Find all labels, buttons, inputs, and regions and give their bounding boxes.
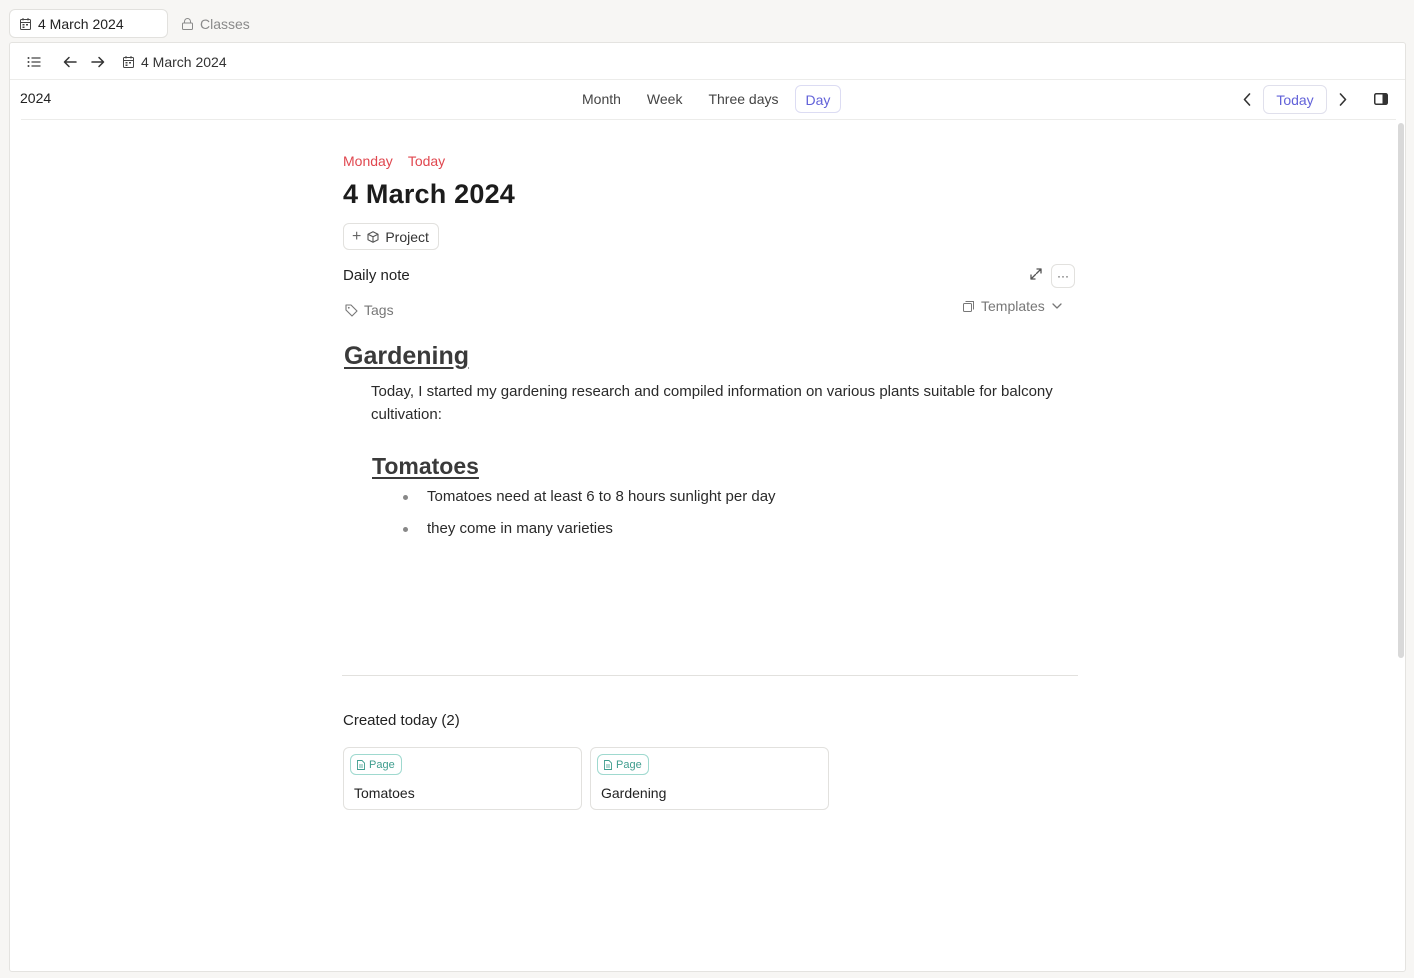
calendar-icon [20, 17, 31, 30]
today-button[interactable]: Today [1263, 85, 1327, 114]
page-icon [604, 759, 612, 770]
tags-button[interactable]: Tags [345, 302, 394, 318]
view-month[interactable]: Month [572, 85, 631, 113]
expand-icon [1030, 268, 1042, 280]
lock-icon [182, 17, 193, 30]
list-item[interactable]: Tomatoes need at least 6 to 8 hours sunl… [403, 487, 1079, 507]
view-day[interactable]: Day [794, 85, 842, 113]
templates-label: Templates [981, 298, 1045, 314]
main-panel: 4 March 2024 2024 Month Week Three days … [9, 42, 1406, 972]
page-card-tomatoes[interactable]: Page Tomatoes [343, 747, 582, 810]
tag-icon [345, 303, 358, 317]
tags-label: Tags [364, 302, 394, 318]
calendar-icon [123, 56, 134, 68]
created-today-heading: Created today (2) [343, 712, 460, 729]
templates-dropdown[interactable]: Templates [963, 298, 1062, 314]
page-badge: Page [350, 754, 402, 775]
add-project-button[interactable]: + Project [343, 223, 439, 250]
arrow-right-icon [91, 56, 105, 68]
project-label: Project [385, 228, 429, 245]
card-title: Tomatoes [354, 785, 415, 801]
page-title: 4 March 2024 [343, 179, 516, 209]
daily-note-header: Daily note ··· [343, 264, 1079, 288]
more-options-button[interactable]: ··· [1051, 264, 1075, 288]
forward-button[interactable] [88, 52, 108, 72]
tab-4-march-2024[interactable]: 4 March 2024 [9, 9, 168, 38]
outline-toggle-button[interactable] [24, 52, 44, 72]
breadcrumb[interactable]: 4 March 2024 [123, 52, 227, 72]
previous-day-button[interactable] [1235, 85, 1259, 113]
expand-button[interactable] [1029, 267, 1045, 283]
next-day-button[interactable] [1331, 85, 1355, 113]
chevron-right-icon [1339, 92, 1347, 106]
section-divider [342, 675, 1078, 676]
scrollbar[interactable] [1398, 123, 1404, 658]
breadcrumb-label: 4 March 2024 [141, 54, 227, 70]
tags-row: Tags Templates [343, 298, 1079, 322]
weekday-label: Monday [343, 153, 393, 169]
list-icon [27, 57, 41, 67]
page-card-gardening[interactable]: Page Gardening [590, 747, 829, 810]
chevron-left-icon [1243, 92, 1251, 106]
today-indicator: Today [407, 153, 446, 169]
tab-classes[interactable]: Classes [182, 9, 250, 38]
templates-icon [963, 300, 974, 312]
cube-icon [367, 230, 379, 243]
note-paragraph[interactable]: Today, I started my gardening research a… [371, 380, 1061, 426]
day-content: Monday Today 4 March 2024 + Project Dail… [343, 153, 1079, 551]
tab-label: 4 March 2024 [38, 15, 124, 32]
tab-label: Classes [200, 15, 250, 32]
calendar-bar: 2024 Month Week Three days Day Today [10, 81, 1405, 119]
card-title: Gardening [601, 785, 667, 801]
day-header: Monday Today [343, 153, 1079, 169]
list-item[interactable]: they come in many varieties [403, 519, 1079, 539]
sidebar-icon [1374, 93, 1388, 105]
view-three-days[interactable]: Three days [698, 85, 788, 113]
plus-icon: + [352, 227, 362, 245]
arrow-left-icon [63, 56, 77, 68]
divider [21, 119, 1396, 120]
page-badge: Page [597, 754, 649, 775]
view-week[interactable]: Week [637, 85, 693, 113]
page-icon [357, 759, 365, 770]
badge-label: Page [369, 758, 395, 771]
note-bullet-list: Tomatoes need at least 6 to 8 hours sunl… [403, 487, 1079, 539]
view-switcher: Month Week Three days Day [572, 85, 847, 113]
note-heading-tomatoes[interactable]: Tomatoes [372, 453, 1079, 480]
back-button[interactable] [60, 52, 80, 72]
ellipsis-icon: ··· [1057, 269, 1069, 283]
tab-strip: 4 March 2024 Classes [0, 4, 1414, 42]
note-heading-gardening[interactable]: Gardening [344, 342, 1079, 371]
daily-note-label: Daily note [343, 267, 410, 284]
year-label: 2024 [20, 90, 52, 106]
chevron-down-icon [1052, 303, 1062, 309]
toggle-sidebar-button[interactable] [1369, 85, 1393, 113]
badge-label: Page [616, 758, 642, 771]
toolbar: 4 March 2024 [10, 43, 1405, 80]
